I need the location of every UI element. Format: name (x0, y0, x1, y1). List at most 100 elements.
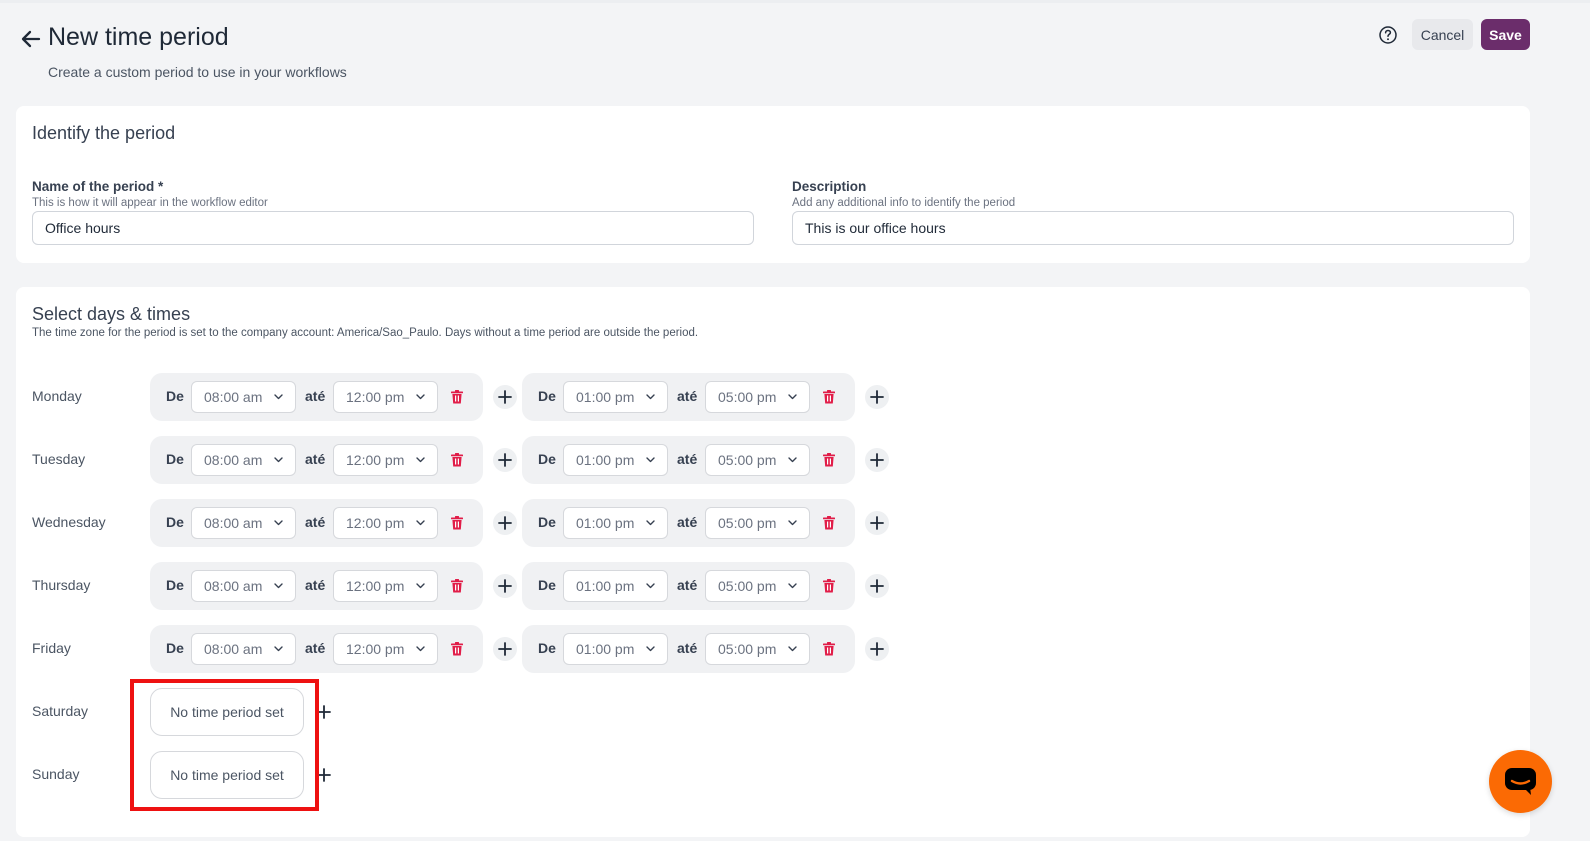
day-row-sunday: Sunday No time period set (32, 751, 932, 799)
end-time-select[interactable]: 05:00 pm (705, 444, 810, 476)
chevron-down-icon (788, 583, 797, 589)
end-time-select[interactable]: 05:00 pm (705, 570, 810, 602)
plus-icon[interactable] (317, 705, 331, 719)
start-time-select[interactable]: 01:00 pm (563, 444, 668, 476)
end-time-select[interactable]: 05:00 pm (705, 507, 810, 539)
day-row-wednesday: Wednesday De 08:00 am até 12:00 pm De 01:00 pm… (32, 499, 932, 547)
end-time-select[interactable]: 12:00 pm (333, 381, 438, 413)
page-subtitle: Create a custom period to use in your wo… (48, 64, 347, 80)
start-time-value: 01:00 pm (576, 578, 635, 594)
trash-icon[interactable] (449, 578, 465, 594)
trash-icon[interactable] (821, 515, 837, 531)
empty-period-placeholder: No time period set (150, 688, 304, 736)
end-time-select[interactable]: 12:00 pm (333, 444, 438, 476)
chevron-down-icon (788, 520, 797, 526)
from-label: De (538, 640, 556, 656)
chevron-down-icon (416, 394, 425, 400)
add-slot-button[interactable] (493, 448, 517, 472)
add-slot-button[interactable] (493, 637, 517, 661)
chevron-down-icon (274, 457, 283, 463)
add-slot-button[interactable] (493, 574, 517, 598)
name-input[interactable] (32, 211, 754, 245)
chevron-down-icon (416, 520, 425, 526)
start-time-select[interactable]: 01:00 pm (563, 633, 668, 665)
end-time-value: 12:00 pm (346, 515, 405, 531)
trash-icon[interactable] (449, 641, 465, 657)
start-time-select[interactable]: 01:00 pm (563, 381, 668, 413)
plus-icon (498, 390, 512, 404)
end-time-select[interactable]: 05:00 pm (705, 633, 810, 665)
day-label: Tuesday (32, 451, 86, 467)
save-button[interactable]: Save (1481, 19, 1530, 50)
trash-icon[interactable] (449, 515, 465, 531)
plus-icon[interactable] (317, 768, 331, 782)
chevron-down-icon (416, 646, 425, 652)
time-slot: De 01:00 pm até 05:00 pm (522, 562, 855, 610)
day-row-saturday: Saturday No time period set (32, 688, 932, 736)
add-slot-button[interactable] (865, 511, 889, 535)
add-slot-button[interactable] (865, 448, 889, 472)
time-slot: De 08:00 am até 12:00 pm (150, 625, 483, 673)
from-label: De (166, 451, 184, 467)
chevron-down-icon (788, 646, 797, 652)
chevron-down-icon (646, 583, 655, 589)
from-label: De (538, 514, 556, 530)
start-time-value: 08:00 am (204, 452, 263, 468)
to-label: até (677, 451, 698, 467)
end-time-value: 05:00 pm (718, 641, 777, 657)
trash-icon[interactable] (821, 389, 837, 405)
trash-icon[interactable] (821, 641, 837, 657)
end-time-value: 12:00 pm (346, 452, 405, 468)
from-label: De (166, 514, 184, 530)
timezone-help: The time zone for the period is set to t… (32, 327, 699, 339)
time-slot: De 01:00 pm até 05:00 pm (522, 436, 855, 484)
chevron-down-icon (646, 520, 655, 526)
start-time-select[interactable]: 08:00 am (191, 507, 296, 539)
start-time-select[interactable]: 01:00 pm (563, 570, 668, 602)
cancel-button[interactable]: Cancel (1412, 19, 1473, 50)
from-label: De (166, 640, 184, 656)
end-time-value: 12:00 pm (346, 389, 405, 405)
arrow-left-icon[interactable] (20, 28, 42, 50)
days-times-card: Select days & times The time zone for th… (16, 287, 1530, 837)
trash-icon[interactable] (449, 452, 465, 468)
add-slot-button[interactable] (865, 385, 889, 409)
start-time-value: 01:00 pm (576, 515, 635, 531)
day-label: Monday (32, 388, 82, 404)
end-time-select[interactable]: 12:00 pm (333, 633, 438, 665)
chevron-down-icon (274, 646, 283, 652)
description-input[interactable] (792, 211, 1514, 245)
start-time-select[interactable]: 01:00 pm (563, 507, 668, 539)
trash-icon[interactable] (821, 578, 837, 594)
end-time-select[interactable]: 05:00 pm (705, 381, 810, 413)
add-slot-button[interactable] (493, 511, 517, 535)
to-label: até (305, 640, 326, 656)
identify-period-title: Identify the period (32, 123, 176, 143)
trash-icon[interactable] (821, 452, 837, 468)
days-times-title: Select days & times (32, 304, 191, 324)
page-title: New time period (48, 23, 229, 51)
start-time-select[interactable]: 08:00 am (191, 381, 296, 413)
add-slot-button[interactable] (865, 574, 889, 598)
start-time-select[interactable]: 08:00 am (191, 444, 296, 476)
end-time-value: 12:00 pm (346, 578, 405, 594)
add-slot-button[interactable] (493, 385, 517, 409)
from-label: De (538, 451, 556, 467)
start-time-value: 08:00 am (204, 641, 263, 657)
day-label: Friday (32, 640, 71, 656)
chevron-down-icon (788, 394, 797, 400)
plus-icon (870, 516, 884, 530)
start-time-select[interactable]: 08:00 am (191, 633, 296, 665)
question-circle-icon[interactable] (1378, 25, 1398, 45)
end-time-select[interactable]: 12:00 pm (333, 570, 438, 602)
end-time-select[interactable]: 12:00 pm (333, 507, 438, 539)
from-label: De (166, 577, 184, 593)
day-label: Thursday (32, 577, 91, 593)
from-label: De (538, 388, 556, 404)
start-time-select[interactable]: 08:00 am (191, 570, 296, 602)
trash-icon[interactable] (449, 389, 465, 405)
day-row-friday: Friday De 08:00 am até 12:00 pm De 01:00 pm até… (32, 625, 932, 673)
add-slot-button[interactable] (865, 637, 889, 661)
chat-button[interactable] (1489, 750, 1552, 813)
day-label: Sunday (32, 766, 80, 782)
